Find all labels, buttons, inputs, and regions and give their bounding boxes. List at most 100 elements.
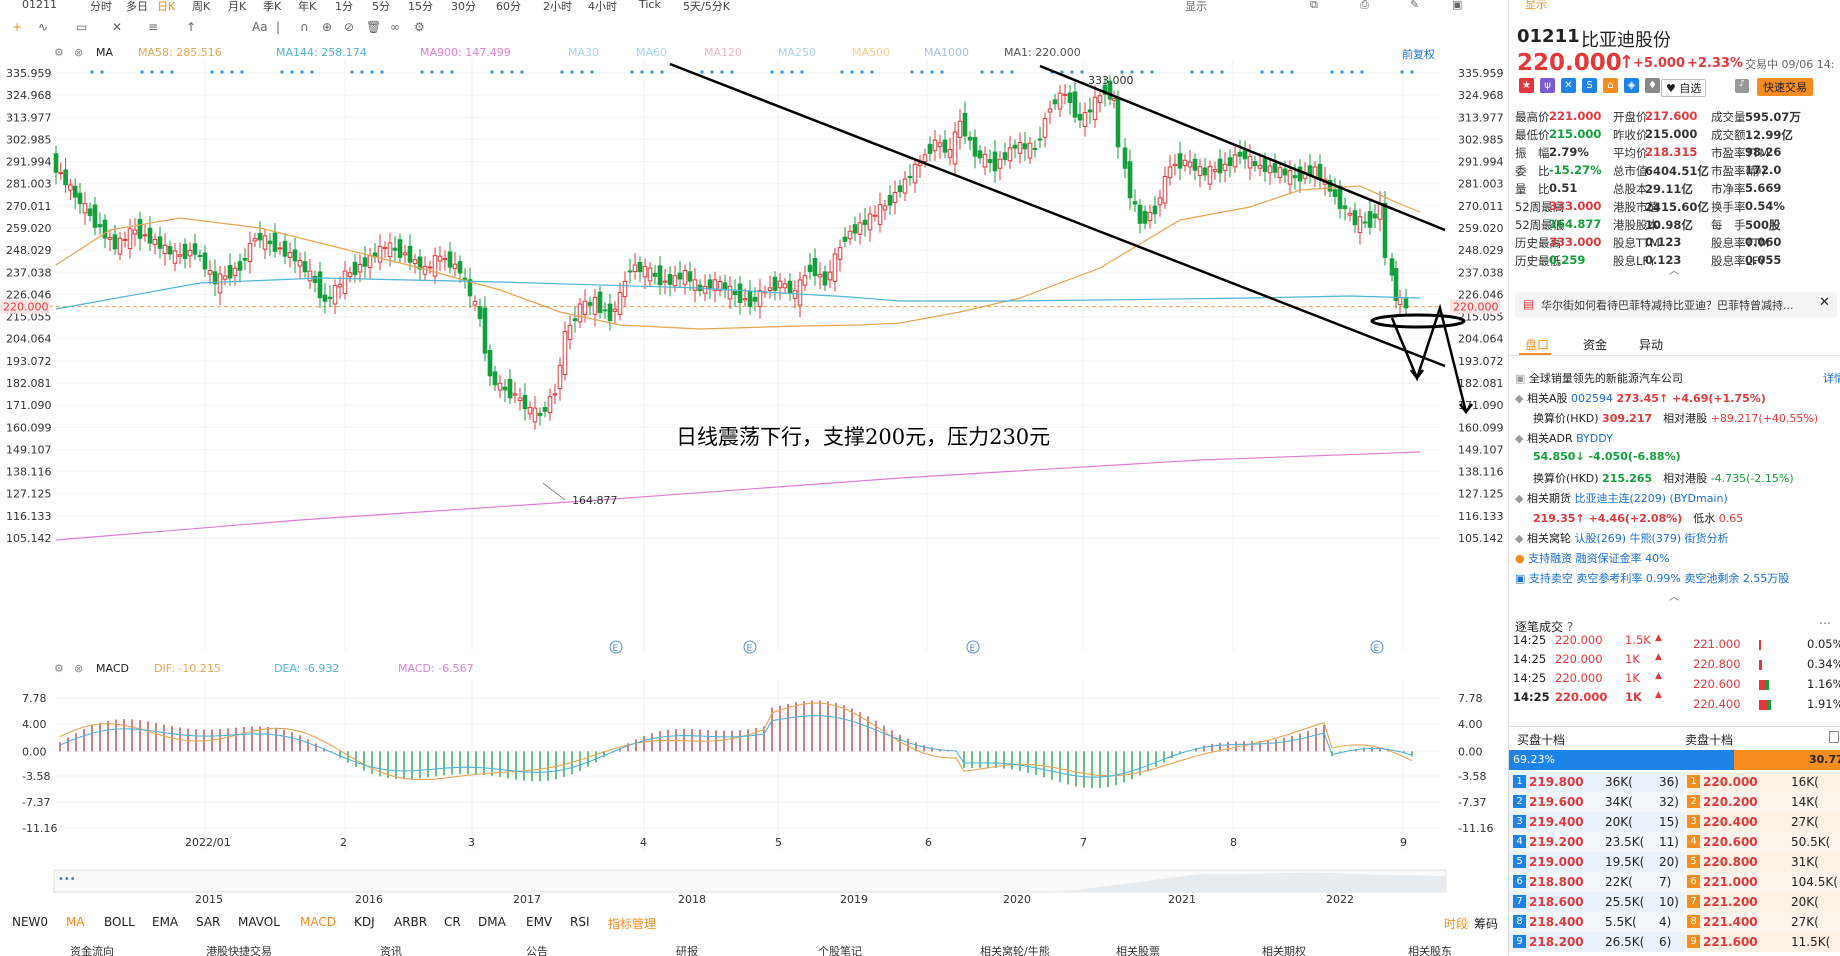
- ma1-value[interactable]: MA1: 220.000: [1004, 46, 1081, 59]
- bottom-tab-7[interactable]: 相关股票: [1116, 944, 1160, 956]
- macd-close-icon[interactable]: ⊗: [74, 662, 83, 675]
- bottom-tab-0[interactable]: 资金流向: [70, 944, 114, 956]
- related-warrants[interactable]: ◆ 相关窝轮 认股(269) 牛熊(379) 街货分析: [1515, 530, 1729, 546]
- trend-line[interactable]: [669, 62, 1446, 368]
- event-marker-icon[interactable]: E: [970, 644, 976, 654]
- expand-icon[interactable]: [1829, 731, 1839, 743]
- indicator-emv[interactable]: EMV: [526, 915, 552, 929]
- indicator-boll[interactable]: BOLL: [104, 915, 135, 929]
- period-1[interactable]: 分时: [90, 0, 112, 14]
- tab-pankou[interactable]: 盘口: [1525, 336, 1549, 353]
- indicator-arbr[interactable]: ARBR: [394, 915, 427, 929]
- sidebar-tabs[interactable]: 显示: [1517, 0, 1837, 10]
- indicator-dma[interactable]: DMA: [478, 915, 506, 929]
- ma58-value[interactable]: MA58: 285.516: [138, 46, 222, 59]
- period-15[interactable]: Tick: [639, 0, 661, 11]
- cross-tool-icon[interactable]: ✕: [112, 20, 122, 34]
- trash-icon[interactable]: 🗑: [366, 20, 381, 34]
- divider[interactable]: |: [276, 20, 280, 34]
- tab-zijin[interactable]: 资金: [1583, 336, 1607, 353]
- ma120-label[interactable]: MA120: [704, 46, 742, 59]
- ma60-label[interactable]: MA60: [636, 46, 667, 59]
- indicator-ema[interactable]: EMA: [152, 915, 178, 929]
- related-a-share[interactable]: ◆ 相关A股 002594 273.45↑ +4.69(+1.75%): [1515, 390, 1766, 406]
- hide-icon[interactable]: ⊘: [344, 20, 354, 34]
- period-10[interactable]: 15分: [408, 0, 433, 14]
- period-7[interactable]: 年K: [298, 0, 316, 14]
- bottom-tab-6[interactable]: 相关窝轮/牛熊: [980, 944, 1050, 956]
- related-adr[interactable]: ◆ 相关ADR BYDDY: [1515, 430, 1613, 446]
- collapse-icon-2[interactable]: ︿: [1669, 588, 1679, 603]
- topbar-tool-0[interactable]: 显示: [1185, 0, 1207, 14]
- news-banner[interactable]: ▤ 华尔街如何看待巴菲特减持比亚迪？巴菲特曾减持... ✕: [1515, 292, 1837, 318]
- rect-tool-icon[interactable]: ▭: [76, 20, 87, 34]
- indicator-sar[interactable]: SAR: [196, 915, 220, 929]
- bottom-tab-3[interactable]: 公告: [526, 944, 548, 956]
- gear-icon[interactable]: ⚙: [414, 20, 425, 34]
- indicator-new0[interactable]: NEW0: [12, 915, 48, 929]
- topbar-tool-3[interactable]: ✎: [1410, 0, 1419, 11]
- bottom-tab-1[interactable]: 港股快捷交易: [206, 944, 272, 956]
- ma1000-label[interactable]: MA1000: [924, 46, 969, 59]
- period-3[interactable]: 日K: [157, 0, 175, 14]
- text-tool-icon[interactable]: Aa: [252, 20, 268, 34]
- navigator-handle-icon[interactable]: •••: [58, 874, 76, 885]
- analysis-note[interactable]: 日线震荡下行，支撑200元，压力230元: [676, 425, 1050, 449]
- indicator-kdj[interactable]: KDJ: [354, 915, 375, 929]
- watchlist-button[interactable]: ♥ 自选: [1661, 79, 1707, 97]
- indicator-macd[interactable]: MACD: [300, 915, 336, 929]
- measure-icon[interactable]: ⊕: [322, 20, 332, 34]
- period-11[interactable]: 30分: [451, 0, 476, 14]
- event-marker-icon[interactable]: E: [1374, 644, 1380, 654]
- ma144-value[interactable]: MA144: 258.174: [276, 46, 367, 59]
- fib-tool-icon[interactable]: ≡: [148, 20, 158, 34]
- more-icon[interactable]: ⋯: [1819, 616, 1831, 630]
- indicator-ma[interactable]: MA: [66, 915, 85, 929]
- line-tool-icon[interactable]: ∿: [38, 20, 48, 34]
- period-2[interactable]: 多日: [126, 0, 148, 14]
- ma250-label[interactable]: MA250: [778, 46, 816, 59]
- ma30-label[interactable]: MA30: [568, 46, 599, 59]
- topbar-tool-4[interactable]: ▣: [1452, 0, 1462, 11]
- bottom-tab-5[interactable]: 个股笔记: [818, 944, 862, 956]
- macd-label[interactable]: MACD: [96, 662, 129, 675]
- close-news-icon[interactable]: ✕: [1819, 295, 1830, 310]
- indicator-chouma[interactable]: 筹码: [1474, 915, 1498, 932]
- bell-icon[interactable]: ♪: [1735, 79, 1749, 93]
- crosshair-icon[interactable]: +: [12, 20, 22, 34]
- event-marker-icon[interactable]: E: [613, 644, 619, 654]
- overview-navigator[interactable]: ••• 2015 2016 2017 2018 2019 2020 2021 2022: [0, 862, 1508, 904]
- macd-chart[interactable]: 7.78 7.78 4.00 4.00 0.00 0.00 -3.58 -3.58 -7.37 -…: [0, 680, 1508, 860]
- quick-trade-button[interactable]: 快速交易: [1757, 78, 1813, 96]
- collapse-icon[interactable]: ︿: [1669, 262, 1679, 277]
- bottom-tab-2[interactable]: 资讯: [380, 944, 402, 956]
- indicator-shiduan[interactable]: 时段: [1444, 915, 1468, 932]
- period-6[interactable]: 季K: [263, 0, 281, 14]
- tab-yidong[interactable]: 异动: [1639, 336, 1663, 353]
- ma900-value[interactable]: MA900: 147.499: [420, 46, 511, 59]
- link-icon[interactable]: ∞: [390, 20, 400, 34]
- indicator-cr[interactable]: CR: [444, 915, 461, 929]
- period-5[interactable]: 月K: [228, 0, 246, 14]
- indicator-指标管理[interactable]: 指标管理: [608, 915, 656, 932]
- topbar-tool-2[interactable]: ⎙: [1360, 0, 1369, 12]
- period-13[interactable]: 2小时: [543, 0, 572, 14]
- arc-tool-icon[interactable]: ∩: [300, 20, 309, 34]
- event-marker-icon[interactable]: E: [747, 644, 753, 654]
- macd-settings-icon[interactable]: ⚙: [54, 662, 64, 675]
- bottom-tab-8[interactable]: 相关期权: [1262, 944, 1306, 956]
- ma-label[interactable]: MA: [96, 46, 113, 59]
- detail-link[interactable]: 详情: [1823, 370, 1840, 386]
- period-4[interactable]: 周K: [192, 0, 210, 14]
- period-0[interactable]: 01211: [22, 0, 57, 11]
- topbar-tool-1[interactable]: ⧉: [1310, 0, 1318, 12]
- period-12[interactable]: 60分: [496, 0, 521, 14]
- close-icon[interactable]: ⊗: [74, 46, 83, 59]
- bottom-tab-4[interactable]: 研报: [676, 944, 698, 956]
- related-futures[interactable]: ◆ 相关期货 比亚迪主连(2209) (BYDmain): [1515, 490, 1728, 506]
- candlestick-chart[interactable]: 335.959 335.959 324.968 324.968 313.977 313.9…: [0, 60, 1508, 660]
- ma500-label[interactable]: MA500: [852, 46, 890, 59]
- arrow-tool-icon[interactable]: ↑: [186, 20, 196, 34]
- indicator-mavol[interactable]: MAVOL: [238, 915, 280, 929]
- period-9[interactable]: 5分: [372, 0, 390, 14]
